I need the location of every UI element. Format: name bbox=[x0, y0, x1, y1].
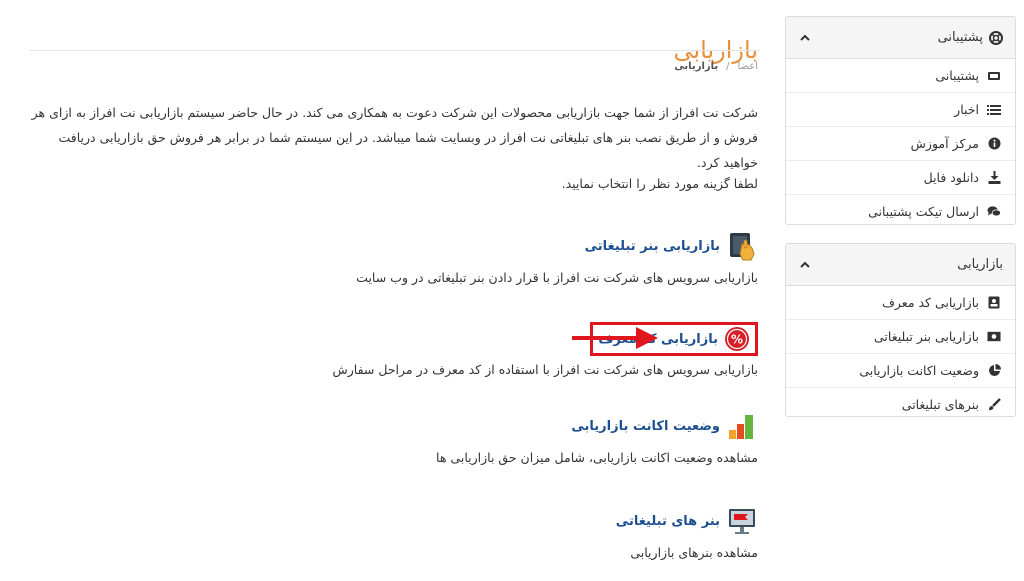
list-icon bbox=[987, 103, 1001, 117]
sidebar-item-news[interactable]: اخبار bbox=[786, 93, 1015, 127]
svg-text:%: % bbox=[731, 333, 743, 347]
sidebar-item-label: بازاریابی بنر تبلیغاتی bbox=[873, 329, 979, 344]
option-banners-desc: مشاهده بنرهای بازاریابی bbox=[630, 545, 758, 560]
sidebar-item-label: اخبار bbox=[954, 102, 979, 117]
sidebar-item-training-center[interactable]: مرکز آموزش bbox=[786, 127, 1015, 161]
sidebar-item-banner-marketing[interactable]: بازاریابی بنر تبلیغاتی bbox=[786, 320, 1015, 354]
option-banner-title[interactable]: بازاریابی بنر تبلیغاتی bbox=[585, 239, 720, 254]
sidebar-item-referral-code[interactable]: بازاریابی کد معرف bbox=[786, 286, 1015, 320]
info-icon bbox=[987, 137, 1001, 151]
sidebar-item-download[interactable]: دانلود فایل bbox=[786, 161, 1015, 195]
breadcrumb-members-link[interactable]: اعضا bbox=[738, 61, 758, 72]
brush-icon bbox=[987, 398, 1001, 412]
panel-title-marketing: بازاریابی bbox=[957, 257, 1003, 272]
bar-chart-icon[interactable] bbox=[726, 410, 758, 442]
percent-badge-icon[interactable]: % bbox=[724, 326, 750, 352]
option-status-title[interactable]: وضعیت اکانت بازاریابی bbox=[571, 419, 720, 434]
sidebar-item-label: وضعیت اکانت بازاریابی bbox=[859, 363, 979, 378]
option-banner-desc: بازاریابی سرویس های شرکت نت افراز با قرا… bbox=[356, 270, 758, 285]
banner-hand-icon[interactable] bbox=[726, 230, 758, 262]
sidebar-item-support[interactable]: پشتیبانی bbox=[786, 59, 1015, 93]
option-banners-title[interactable]: بنر های تبلیغاتی bbox=[616, 514, 720, 529]
ticket-icon bbox=[987, 69, 1001, 83]
intro-text: شرکت نت افراز از شما جهت بازاریابی محصول… bbox=[31, 105, 758, 170]
sidebar-item-label: مرکز آموزش bbox=[910, 136, 979, 151]
sidebar-item-banners[interactable]: بنرهای تبلیغاتی bbox=[786, 388, 1015, 416]
id-card-icon bbox=[987, 296, 1001, 310]
panel-header-marketing[interactable]: بازاریابی bbox=[786, 244, 1015, 286]
life-ring-icon bbox=[989, 30, 1003, 45]
main-content: بازاریابی اعضا / بازاریابی شرکت نت افراز… bbox=[30, 0, 760, 581]
panel-title-support: پشتیبانی bbox=[937, 30, 983, 45]
option-status-desc: مشاهده وضعیت اکانت بازاریابی، شامل میزان… bbox=[436, 450, 758, 465]
instruction-text: لطفا گزینه مورد نظر را انتخاب نمایید. bbox=[561, 176, 758, 191]
red-arrow-icon bbox=[572, 327, 658, 349]
option-banners: بنر های تبلیغاتی مشاهده بنرهای بازاریابی bbox=[258, 505, 758, 560]
pie-chart-icon bbox=[987, 364, 1001, 378]
option-referral-code: % بازاریابی کد معرف بازاریابی سرویس های … bbox=[258, 320, 758, 377]
breadcrumb-separator: / bbox=[726, 61, 730, 72]
download-icon bbox=[987, 171, 1001, 185]
chevron-up-icon[interactable] bbox=[798, 258, 812, 272]
sidebar-panel-marketing: بازاریابی بازاریابی کد معرف بازاریابی بن… bbox=[785, 243, 1016, 417]
title-divider bbox=[30, 50, 760, 51]
sidebar-item-label: پشتیبانی bbox=[935, 68, 979, 83]
monitor-banner-icon[interactable] bbox=[726, 505, 758, 537]
option-referral-desc: بازاریابی سرویس های شرکت نت افراز با است… bbox=[332, 362, 758, 377]
sidebar-item-label: بنرهای تبلیغاتی bbox=[901, 397, 979, 412]
breadcrumb-current: بازاریابی bbox=[674, 61, 719, 72]
option-banner-marketing: بازاریابی بنر تبلیغاتی بازاریابی سرویس ه… bbox=[258, 230, 758, 285]
sidebar-item-account-status[interactable]: وضعیت اکانت بازاریابی bbox=[786, 354, 1015, 388]
sidebar-panel-support: پشتیبانی پشتیبانی اخبار مرکز آموزش دانلو… bbox=[785, 16, 1016, 225]
comments-icon bbox=[987, 205, 1001, 219]
option-account-status: وضعیت اکانت بازاریابی مشاهده وضعیت اکانت… bbox=[258, 410, 758, 465]
sidebar-item-label: دانلود فایل bbox=[923, 170, 979, 185]
sidebar-item-label: بازاریابی کد معرف bbox=[881, 295, 979, 310]
money-icon bbox=[987, 330, 1001, 344]
breadcrumb: اعضا / بازاریابی bbox=[674, 61, 758, 72]
panel-header-support[interactable]: پشتیبانی bbox=[786, 17, 1015, 59]
sidebar-item-send-ticket[interactable]: ارسال تیکت پشتیبانی bbox=[786, 195, 1015, 224]
chevron-up-icon[interactable] bbox=[798, 31, 812, 45]
sidebar-item-label: ارسال تیکت پشتیبانی bbox=[868, 204, 979, 219]
